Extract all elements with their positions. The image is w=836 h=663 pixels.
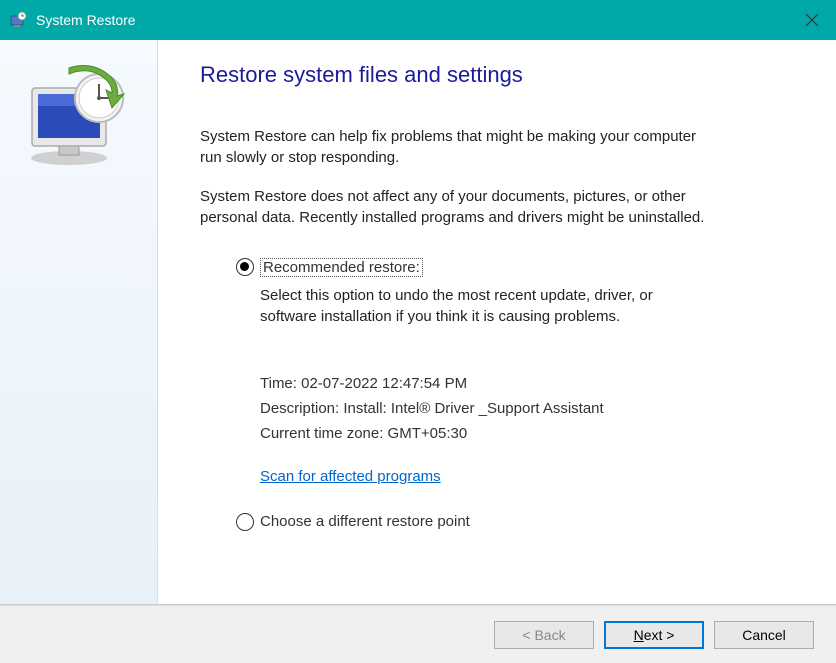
intro-text-1: System Restore can help fix problems tha…: [200, 126, 710, 168]
next-button[interactable]: Next >: [604, 621, 704, 649]
intro-text-2: System Restore does not affect any of yo…: [200, 186, 710, 228]
restore-timezone: Current time zone: GMT+05:30: [260, 425, 788, 442]
window-title: System Restore: [36, 12, 136, 28]
recommended-restore-radio[interactable]: [236, 258, 254, 276]
recommended-restore-desc: Select this option to undo the most rece…: [260, 285, 700, 327]
content-area: Restore system files and settings System…: [0, 40, 836, 605]
cancel-button[interactable]: Cancel: [714, 621, 814, 649]
restore-time: Time: 02-07-2022 12:47:54 PM: [260, 375, 788, 392]
recommended-restore-label[interactable]: Recommended restore:: [260, 258, 423, 277]
recommended-restore-option[interactable]: Recommended restore:: [236, 258, 788, 277]
different-restore-radio[interactable]: [236, 513, 254, 531]
system-restore-large-icon: [14, 60, 134, 170]
page-heading: Restore system files and settings: [200, 62, 788, 88]
close-button[interactable]: [788, 0, 836, 40]
options-group: Recommended restore: Select this option …: [200, 258, 788, 531]
main-panel: Restore system files and settings System…: [158, 40, 836, 604]
system-restore-icon: [8, 10, 28, 30]
footer-buttons: < Back Next > Cancel: [0, 605, 836, 663]
sidebar: [0, 40, 158, 604]
scan-affected-programs-link[interactable]: Scan for affected programs: [260, 468, 441, 485]
different-restore-label[interactable]: Choose a different restore point: [260, 513, 470, 530]
restore-description: Description: Install: Intel® Driver _Sup…: [260, 400, 788, 417]
restore-details: Time: 02-07-2022 12:47:54 PM Description…: [260, 375, 788, 485]
titlebar: System Restore: [0, 0, 836, 40]
different-restore-option[interactable]: Choose a different restore point: [236, 513, 788, 531]
back-button: < Back: [494, 621, 594, 649]
